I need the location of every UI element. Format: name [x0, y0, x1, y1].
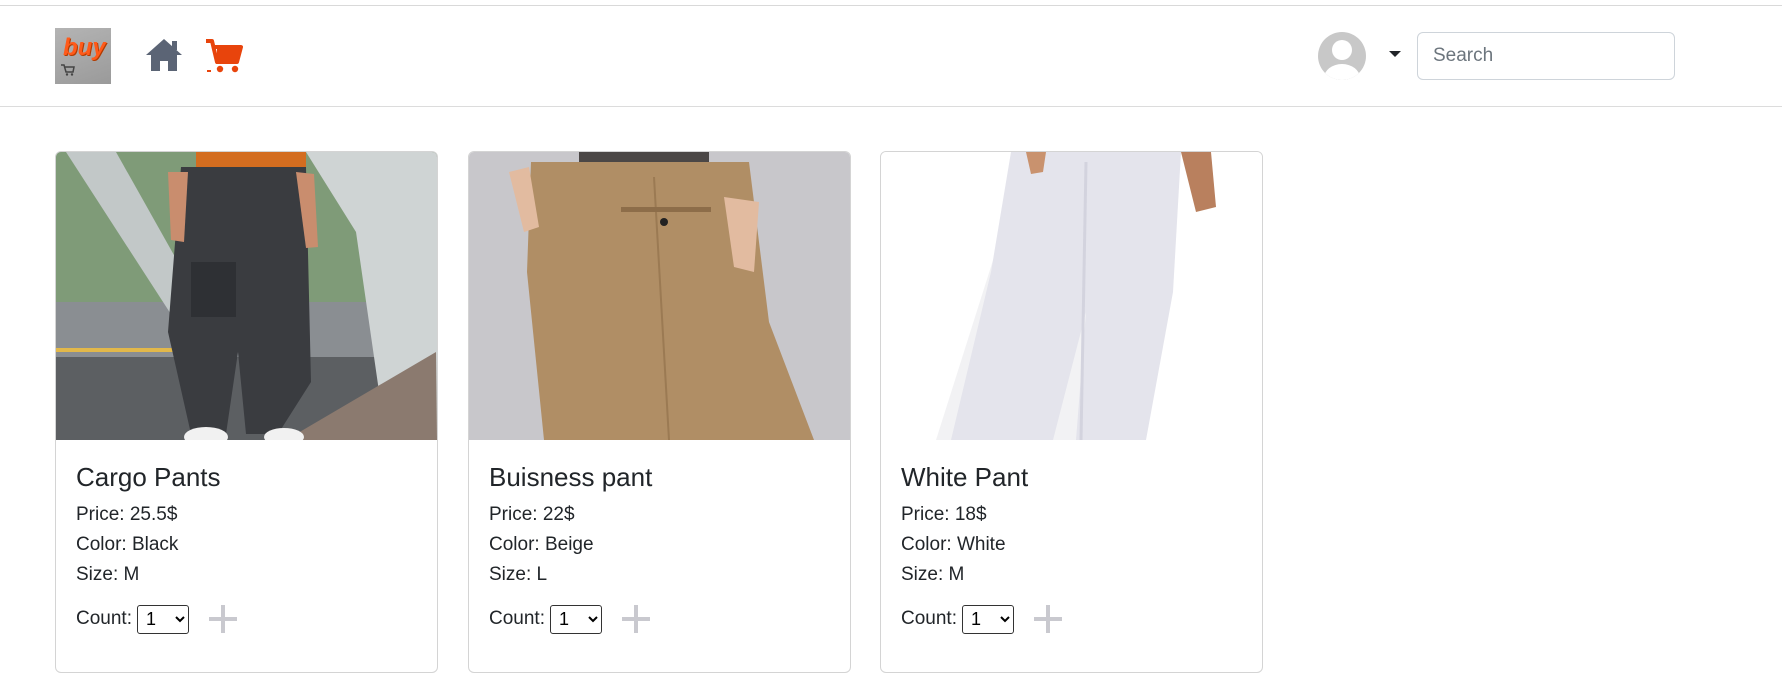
product-title: White Pant: [901, 462, 1029, 492]
product-image: [881, 152, 1262, 440]
product-color: Color: White: [901, 534, 1006, 555]
add-to-cart-plus-icon[interactable]: [208, 605, 237, 633]
logo-text: buy: [63, 34, 106, 61]
count-select[interactable]: 1: [136, 604, 189, 634]
product-price: Price: 25.5$: [76, 504, 178, 525]
user-avatar[interactable]: [1318, 32, 1366, 80]
user-menu-caret-icon[interactable]: [1389, 51, 1401, 57]
count-label: Count:: [489, 608, 545, 629]
count-select[interactable]: 1: [549, 604, 602, 634]
product-card: Cargo Pants Price: 25.5$ Color: Black Si…: [55, 151, 438, 673]
product-card: Buisness pant Price: 22$ Color: Beige Si…: [468, 151, 851, 673]
product-price: Price: 18$: [901, 504, 987, 525]
product-title: Buisness pant: [489, 462, 653, 492]
count-row: Count: 1: [76, 604, 237, 634]
product-card: White Pant Price: 18$ Color: White Size:…: [880, 151, 1263, 673]
product-color: Color: Black: [76, 534, 179, 555]
add-to-cart-plus-icon[interactable]: [1033, 605, 1062, 633]
cart-icon[interactable]: [205, 38, 243, 74]
home-icon[interactable]: [145, 38, 183, 72]
product-color: Color: Beige: [489, 534, 594, 555]
product-image: [56, 152, 437, 440]
count-row: Count: 1: [489, 604, 650, 634]
count-row: Count: 1: [901, 604, 1062, 634]
product-size: Size: L: [489, 564, 548, 585]
count-label: Count:: [901, 608, 957, 629]
navbar: buy: [0, 6, 1782, 107]
user-icon: [1324, 40, 1360, 80]
product-size: Size: M: [901, 564, 965, 585]
logo-cart-icon: [61, 64, 75, 76]
product-image: [469, 152, 850, 440]
logo[interactable]: buy: [55, 28, 111, 84]
product-price: Price: 22$: [489, 504, 575, 525]
count-label: Count:: [76, 608, 132, 629]
product-title: Cargo Pants: [76, 462, 221, 492]
add-to-cart-plus-icon[interactable]: [621, 605, 650, 633]
count-select[interactable]: 1: [961, 604, 1014, 634]
search-input[interactable]: [1417, 32, 1675, 80]
product-size: Size: M: [76, 564, 140, 585]
